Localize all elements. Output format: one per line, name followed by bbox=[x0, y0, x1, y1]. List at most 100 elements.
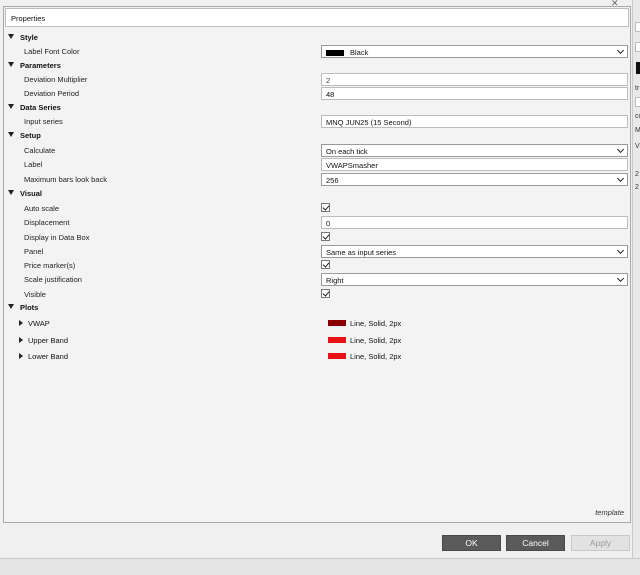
plot-description: Line, Solid, 2px bbox=[350, 319, 402, 328]
dropdown-value: Right bbox=[326, 276, 344, 285]
deviation-multiplier-input[interactable]: 2 bbox=[321, 73, 628, 86]
property-name: Deviation Period bbox=[24, 89, 80, 98]
property-name: Displacement bbox=[24, 218, 70, 227]
plot-name: Lower Band bbox=[28, 352, 69, 361]
category-parameters[interactable]: Parameters bbox=[5, 60, 625, 72]
category-label: Visual bbox=[20, 189, 42, 198]
category-style[interactable]: Style bbox=[5, 32, 625, 44]
background-field bbox=[635, 42, 640, 52]
expand-arrow-icon[interactable] bbox=[19, 353, 23, 359]
cancel-button[interactable]: Cancel bbox=[506, 535, 565, 551]
display-in-data-box-checkbox[interactable] bbox=[321, 232, 330, 241]
property-grid: Style Label Font Color Black Parameters … bbox=[5, 29, 629, 521]
property-name: Panel bbox=[24, 247, 44, 256]
plot-name: VWAP bbox=[28, 319, 50, 328]
property-name: Input series bbox=[24, 117, 63, 126]
background-text: M bbox=[635, 127, 640, 134]
input-value: 48 bbox=[326, 90, 335, 99]
collapse-arrow-icon[interactable] bbox=[8, 132, 14, 137]
scale-justification-dropdown[interactable]: Right bbox=[321, 273, 628, 286]
property-name: Maximum bars look back bbox=[24, 175, 107, 184]
collapse-arrow-icon[interactable] bbox=[8, 62, 14, 67]
category-plots[interactable]: Plots bbox=[5, 302, 625, 314]
label-font-color-dropdown[interactable]: Black bbox=[321, 45, 628, 58]
input-series-field[interactable]: MNQ JUN25 (15 Second) bbox=[321, 115, 628, 128]
background-field bbox=[635, 22, 640, 32]
visible-checkbox[interactable] bbox=[321, 289, 330, 298]
plot-color-swatch bbox=[328, 353, 346, 359]
category-data-series[interactable]: Data Series bbox=[5, 102, 625, 114]
dialog-title-bar: Properties bbox=[5, 8, 629, 27]
dropdown-value: Same as input series bbox=[326, 248, 397, 257]
background-block bbox=[636, 62, 640, 74]
input-value: VWAPSmasher bbox=[326, 161, 378, 170]
background-text: co bbox=[635, 113, 640, 120]
property-name: Display in Data Box bbox=[24, 233, 90, 242]
input-value: MNQ JUN25 (15 Second) bbox=[326, 118, 412, 127]
property-panel: Panel Same as input series bbox=[5, 245, 629, 259]
property-scale-justification: Scale justification Right bbox=[5, 273, 629, 287]
collapse-arrow-icon[interactable] bbox=[8, 104, 14, 109]
category-visual[interactable]: Visual bbox=[5, 188, 625, 200]
category-label: Plots bbox=[20, 303, 39, 312]
input-value: 2 bbox=[326, 76, 331, 85]
property-label-font-color: Label Font Color Black bbox=[5, 45, 629, 59]
property-name: Label Font Color bbox=[24, 47, 80, 56]
property-price-marker: Price marker(s) bbox=[5, 259, 629, 273]
price-marker-checkbox[interactable] bbox=[321, 260, 330, 269]
auto-scale-checkbox[interactable] bbox=[321, 203, 330, 212]
property-name: Calculate bbox=[24, 146, 56, 155]
deviation-period-input[interactable]: 48 bbox=[321, 87, 628, 100]
chevron-down-icon bbox=[617, 248, 624, 255]
property-calculate: Calculate On each tick bbox=[5, 144, 629, 158]
dialog-title: Properties bbox=[11, 14, 46, 23]
collapse-arrow-icon[interactable] bbox=[8, 304, 14, 309]
dropdown-value: On each tick bbox=[326, 147, 368, 156]
background-window-strip: tr co M V 2 2 bbox=[632, 0, 640, 575]
calculate-dropdown[interactable]: On each tick bbox=[321, 144, 628, 157]
property-input-series: Input series MNQ JUN25 (15 Second) bbox=[5, 115, 629, 129]
input-value: 0 bbox=[326, 219, 331, 228]
expand-arrow-icon[interactable] bbox=[19, 337, 23, 343]
color-swatch bbox=[326, 50, 344, 57]
property-name: Scale justification bbox=[24, 275, 82, 284]
property-display-in-data-box: Display in Data Box bbox=[5, 231, 629, 245]
plot-row-lower-band[interactable]: Lower Band Line, Solid, 2px bbox=[5, 350, 629, 364]
chevron-down-icon bbox=[617, 48, 624, 55]
chevron-down-icon bbox=[617, 276, 624, 283]
label-input[interactable]: VWAPSmasher bbox=[321, 158, 628, 171]
property-label: Label VWAPSmasher bbox=[5, 158, 629, 172]
apply-button[interactable]: Apply bbox=[571, 535, 630, 551]
property-displacement: Displacement 0 bbox=[5, 216, 629, 230]
category-setup[interactable]: Setup bbox=[5, 130, 625, 142]
chevron-down-icon bbox=[617, 176, 624, 183]
collapse-arrow-icon[interactable] bbox=[8, 34, 14, 39]
ok-button[interactable]: OK bbox=[442, 535, 501, 551]
property-deviation-period: Deviation Period 48 bbox=[5, 87, 629, 101]
background-text: tr bbox=[635, 85, 640, 92]
max-bars-dropdown[interactable]: 256 bbox=[321, 173, 628, 186]
category-label: Setup bbox=[20, 131, 41, 140]
plot-row-vwap[interactable]: VWAP Line, Solid, 2px bbox=[5, 317, 629, 331]
property-name: Price marker(s) bbox=[24, 261, 76, 270]
dropdown-value: Black bbox=[350, 48, 369, 57]
category-label: Data Series bbox=[20, 103, 61, 112]
property-max-bars: Maximum bars look back 256 bbox=[5, 173, 629, 187]
background-text: V bbox=[635, 143, 640, 150]
category-label: Style bbox=[20, 33, 38, 42]
plot-color-swatch bbox=[328, 337, 346, 343]
template-link[interactable]: template bbox=[595, 508, 624, 517]
displacement-input[interactable]: 0 bbox=[321, 216, 628, 229]
bottom-bar bbox=[0, 558, 640, 575]
property-name: Label bbox=[24, 160, 43, 169]
properties-dialog: Properties Style Label Font Color Black … bbox=[3, 6, 631, 523]
expand-arrow-icon[interactable] bbox=[19, 320, 23, 326]
plot-row-upper-band[interactable]: Upper Band Line, Solid, 2px bbox=[5, 334, 629, 348]
collapse-arrow-icon[interactable] bbox=[8, 190, 14, 195]
property-auto-scale: Auto scale bbox=[5, 202, 629, 216]
property-name: Auto scale bbox=[24, 204, 60, 213]
property-visible: Visible bbox=[5, 288, 629, 302]
panel-dropdown[interactable]: Same as input series bbox=[321, 245, 628, 258]
property-name: Visible bbox=[24, 290, 46, 299]
chevron-down-icon bbox=[617, 147, 624, 154]
